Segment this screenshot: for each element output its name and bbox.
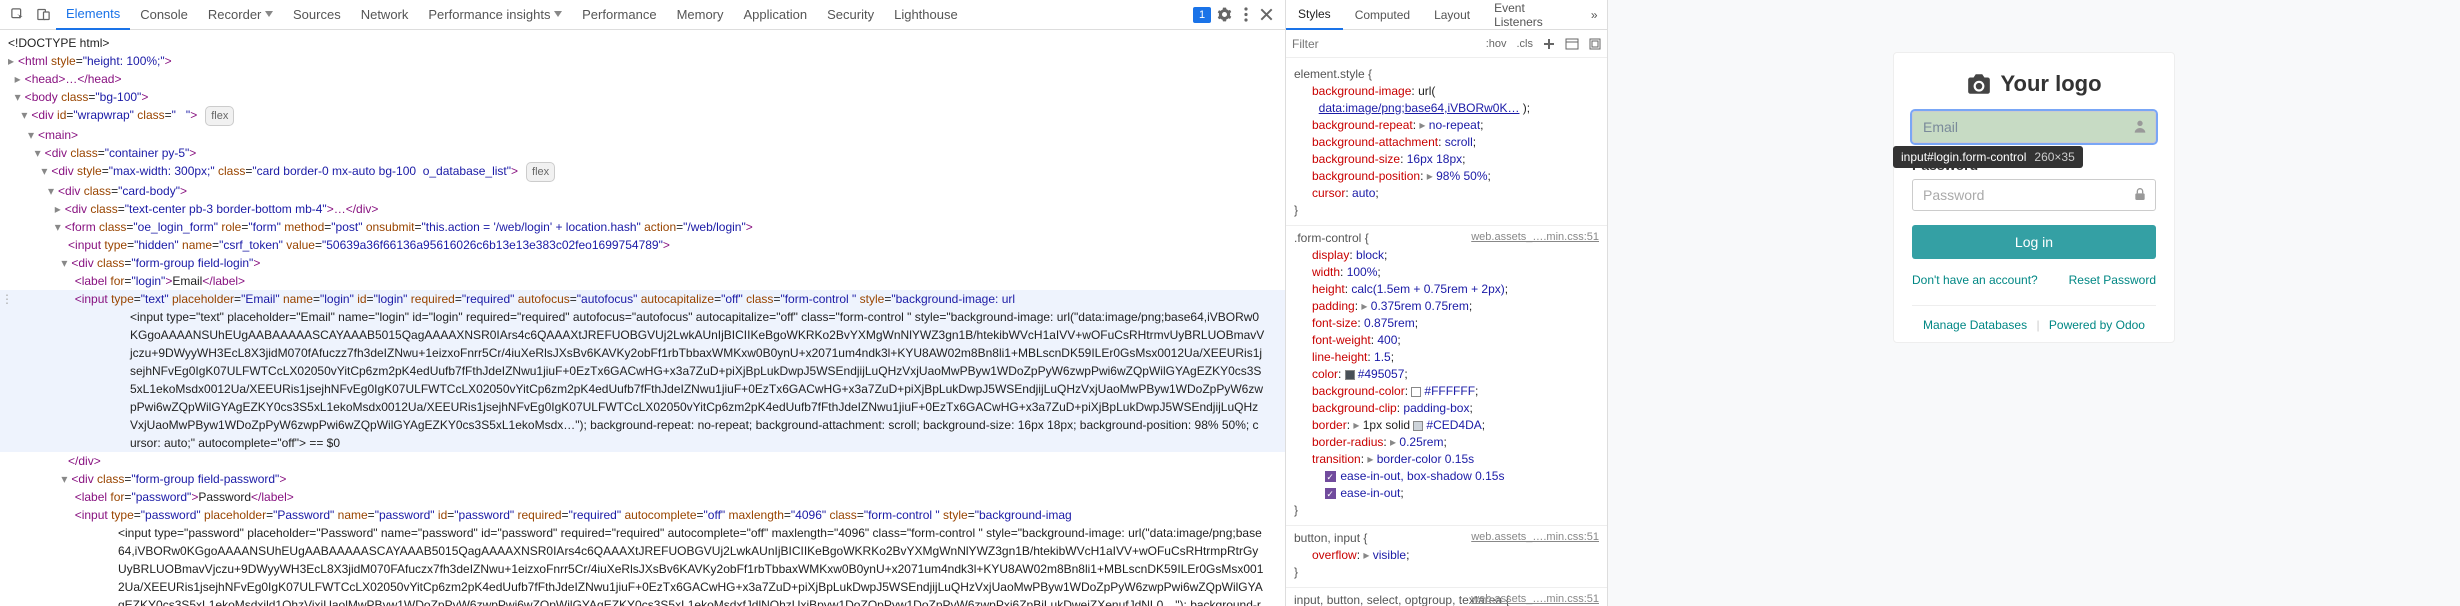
login-button[interactable]: Log in [1912, 225, 2156, 259]
app-preview: Your logo input#login.form-control 260×3… [1608, 0, 2460, 606]
gear-icon[interactable] [1217, 7, 1232, 22]
more-tabs-icon[interactable]: » [1581, 8, 1607, 22]
rule-form-control[interactable]: web.assets_….min.css:51 .form-control { … [1286, 226, 1607, 526]
source-link[interactable]: web.assets_….min.css:51 [1471, 591, 1599, 606]
hov-toggle[interactable]: :hov [1486, 38, 1507, 50]
rule-ibs[interactable]: web.assets_….min.css:51 input, button, s… [1286, 588, 1607, 606]
tooltip-dims: 260×35 [2034, 150, 2074, 164]
rule-element-style[interactable]: element.style { background-image: url( d… [1286, 62, 1607, 226]
computed-toggle-icon[interactable] [1565, 38, 1579, 50]
tab-network[interactable]: Network [351, 0, 419, 30]
reset-password-link[interactable]: Reset Password [2069, 273, 2156, 287]
camera-icon [1966, 73, 1992, 95]
tab-application[interactable]: Application [734, 0, 818, 30]
tab-event-listeners[interactable]: Event Listeners [1482, 0, 1581, 30]
tab-layout[interactable]: Layout [1422, 0, 1482, 30]
inspect-icon[interactable] [4, 2, 30, 28]
styles-filter-input[interactable] [1292, 37, 1476, 51]
tab-security[interactable]: Security [817, 0, 884, 30]
no-account-link[interactable]: Don't have an account? [1912, 273, 2038, 287]
password-node-detail[interactable]: <input type="password" placeholder="Pass… [0, 524, 1285, 606]
close-icon[interactable] [1260, 8, 1273, 21]
dom-tree[interactable]: <!DOCTYPE html> ▸<html style="height: 10… [0, 30, 1285, 606]
tab-memory[interactable]: Memory [667, 0, 734, 30]
lock-icon [2132, 186, 2148, 202]
styles-tabbar: Styles Computed Layout Event Listeners » [1286, 0, 1607, 30]
cls-toggle[interactable]: .cls [1517, 38, 1534, 50]
issues-badge[interactable]: 1 [1193, 7, 1211, 23]
manage-db-link[interactable]: Manage Databases [1923, 318, 2027, 332]
inspect-tooltip: input#login.form-control 260×35 [1893, 146, 2083, 168]
tab-console[interactable]: Console [130, 0, 198, 30]
login-card: Your logo input#login.form-control 260×3… [1893, 52, 2175, 343]
tab-performance[interactable]: Performance [572, 0, 666, 30]
user-icon [2132, 118, 2148, 134]
email-field[interactable]: Email [1912, 111, 2156, 143]
kebab-icon[interactable] [1244, 7, 1248, 22]
devtools-elements-pane: Elements Console Recorder Sources Networ… [0, 0, 1286, 606]
device-toggle-icon[interactable] [30, 2, 56, 28]
powered-by-link[interactable]: Powered by Odoo [2049, 318, 2145, 332]
source-link[interactable]: web.assets_….min.css:51 [1471, 529, 1599, 546]
source-link[interactable]: web.assets_….min.css:51 [1471, 229, 1599, 246]
tab-recorder[interactable]: Recorder [198, 0, 283, 30]
tab-styles[interactable]: Styles [1286, 0, 1343, 30]
tab-perf-insights[interactable]: Performance insights [418, 0, 572, 30]
rule-button-input[interactable]: web.assets_….min.css:51 button, input { … [1286, 526, 1607, 588]
box-model-icon[interactable] [1589, 38, 1601, 50]
tooltip-label: input#login.form-control [1901, 150, 2026, 164]
logo: Your logo [1912, 71, 2156, 97]
selected-node-detail[interactable]: <input type="text" placeholder="Email" n… [0, 308, 1285, 452]
password-field[interactable]: Password [1912, 179, 2156, 211]
devtools-styles-pane: Styles Computed Layout Event Listeners »… [1286, 0, 1608, 606]
styles-rules[interactable]: element.style { background-image: url( d… [1286, 58, 1607, 606]
tab-computed[interactable]: Computed [1343, 0, 1422, 30]
devtools-main-tabbar: Elements Console Recorder Sources Networ… [0, 0, 1285, 30]
tab-elements[interactable]: Elements [56, 0, 130, 30]
styles-toolbar: :hov .cls [1286, 30, 1607, 58]
logo-text: Your logo [2000, 71, 2101, 97]
tab-lighthouse[interactable]: Lighthouse [884, 0, 968, 30]
new-rule-icon[interactable] [1543, 38, 1555, 50]
tab-sources[interactable]: Sources [283, 0, 351, 30]
